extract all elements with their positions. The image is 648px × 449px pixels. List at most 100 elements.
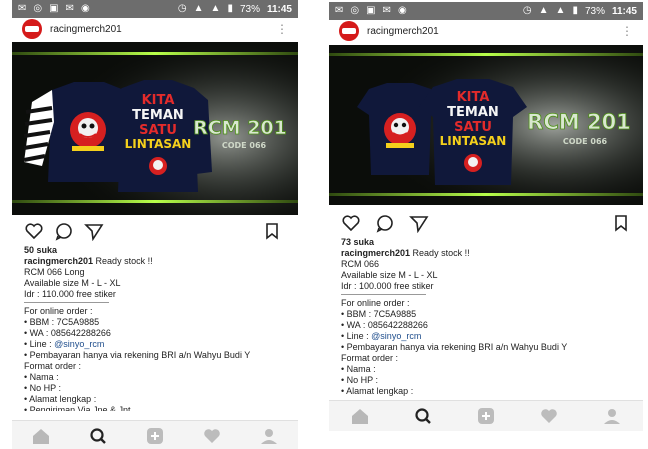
status-bar: ✉ ◎ ▣ ✉ ◉ ◷ ▲ ▲ ▮ 73% 11:45 — [329, 2, 643, 20]
signal-icon: ▲ — [193, 3, 204, 14]
bookmark-icon[interactable] — [262, 221, 282, 241]
post-username[interactable]: racingmerch201 — [50, 24, 122, 35]
shirt-text-4: LINTASAN — [125, 137, 192, 151]
caption-line: RCM 066 — [341, 259, 380, 269]
post-header: racingmerch201 ⋮ — [12, 18, 298, 40]
likes-count[interactable]: 50 suka — [24, 245, 292, 256]
caption-username[interactable]: racingmerch201 — [341, 248, 410, 258]
code-label: CODE 066 — [222, 141, 267, 150]
post-caption: 73 suka racingmerch201 Ready stock !! RC… — [341, 237, 637, 397]
post-image[interactable]: KITA TEMAN SATU LINTASAN RCM 201 CODE 06… — [12, 42, 298, 215]
shirt-text-3: SATU — [454, 120, 492, 135]
divider — [341, 294, 426, 295]
divider — [24, 302, 109, 303]
bbm-pin: • BBM : 7C5A9885 — [24, 317, 100, 327]
line-label: • Line : — [341, 331, 372, 341]
battery-percent: 73% — [584, 5, 605, 17]
shirt-text-1: KITA — [457, 90, 490, 105]
add-post-icon[interactable] — [475, 405, 497, 427]
search-icon[interactable] — [412, 405, 434, 427]
caption-text: Ready stock !! — [93, 256, 153, 266]
search-icon[interactable] — [87, 425, 109, 447]
format-header: Format order : — [24, 361, 82, 371]
format-field: • No HP : — [24, 383, 61, 393]
heart-icon[interactable] — [201, 425, 223, 447]
caption-line: Available size M - L - XL — [24, 278, 121, 288]
home-icon[interactable] — [30, 425, 52, 447]
clock: 11:45 — [611, 5, 637, 17]
code-label: CODE 066 — [563, 137, 608, 146]
more-options-icon[interactable]: ⋮ — [276, 23, 288, 35]
profile-icon[interactable] — [258, 425, 280, 447]
tshirt-artwork: KITA TEMAN SATU LINTASAN RCM 201 CODE 06… — [12, 42, 298, 215]
likes-count[interactable]: 73 suka — [341, 237, 637, 248]
shirt-text-1: KITA — [142, 93, 175, 108]
shirt-text-3: SATU — [139, 123, 177, 138]
post-username[interactable]: racingmerch201 — [367, 26, 439, 37]
battery-icon: ▮ — [572, 5, 578, 16]
notification-icon: ✉ — [335, 5, 344, 16]
phone-screenshot-left: ✉ ◎ ▣ ✉ ◉ ◷ ▲ ▲ ▮ 73% 11:45 racingmerch2… — [12, 0, 298, 449]
caption-line: Available size M - L - XL — [341, 270, 438, 280]
whatsapp-icon: ◎ — [350, 5, 360, 16]
order-header: For online order : — [24, 306, 93, 316]
comment-icon[interactable] — [375, 213, 395, 233]
format-field: • Nama : — [24, 372, 59, 382]
whatsapp-number: • WA : 085642288266 — [341, 320, 428, 330]
profile-icon[interactable] — [601, 405, 623, 427]
caption-text: Ready stock !! — [410, 248, 470, 258]
more-options-icon[interactable]: ⋮ — [621, 25, 633, 37]
shirt-text-2: TEMAN — [132, 108, 184, 123]
caption-line: Idr : 100.000 free stiker — [341, 281, 434, 291]
format-field: • Alamat lengkap : — [341, 386, 414, 396]
location-icon: ◉ — [80, 3, 90, 14]
notification-icon: ✉ — [382, 5, 391, 16]
location-icon: ◉ — [397, 5, 407, 16]
line-handle-link[interactable]: @sinyo_rcm — [54, 339, 104, 349]
add-post-icon[interactable] — [144, 425, 166, 447]
whatsapp-icon: ◎ — [33, 3, 43, 14]
gallery-icon: ▣ — [366, 5, 376, 16]
line-handle-link[interactable]: @sinyo_rcm — [371, 331, 421, 341]
brand-logo: RCM 201 — [193, 117, 287, 139]
caption-line: RCM 066 Long — [24, 267, 85, 277]
battery-icon: ▮ — [227, 3, 233, 14]
order-header: For online order : — [341, 298, 410, 308]
alarm-icon: ◷ — [177, 3, 187, 14]
bottom-nav — [12, 420, 298, 449]
post-caption: 50 suka racingmerch201 Ready stock !! RC… — [24, 245, 292, 411]
format-field: • Nama : — [341, 364, 376, 374]
post-image[interactable]: KITA TEMAN SATU LINTASAN RCM 201 CODE 06… — [329, 45, 643, 205]
bottom-nav — [329, 400, 643, 431]
heart-icon[interactable] — [538, 405, 560, 427]
avatar[interactable] — [339, 21, 359, 41]
phone-screenshot-right: ✉ ◎ ▣ ✉ ◉ ◷ ▲ ▲ ▮ 73% 11:45 racingmerch2… — [329, 2, 643, 432]
payment-info: • Pembayaran hanya via rekening BRI a/n … — [24, 350, 251, 360]
notification-icon: ✉ — [65, 3, 74, 14]
shirt-text-2: TEMAN — [447, 105, 499, 120]
status-bar: ✉ ◎ ▣ ✉ ◉ ◷ ▲ ▲ ▮ 73% 11:45 — [12, 0, 298, 18]
clock: 11:45 — [266, 3, 292, 15]
comment-icon[interactable] — [54, 221, 74, 241]
caption-line: Idr : 110.000 free stiker — [24, 289, 116, 299]
bookmark-icon[interactable] — [611, 213, 631, 233]
share-icon[interactable] — [84, 221, 104, 241]
signal-icon: ▲ — [555, 5, 566, 16]
notification-icon: ✉ — [18, 3, 27, 14]
whatsapp-number: • WA : 085642288266 — [24, 328, 111, 338]
format-field: • Pengiriman Via Jne & Jnt — [24, 405, 131, 411]
share-icon[interactable] — [409, 213, 429, 233]
post-actions — [12, 218, 298, 242]
caption-username[interactable]: racingmerch201 — [24, 256, 93, 266]
brand-logo: RCM 201 — [527, 110, 631, 134]
gallery-icon: ▣ — [49, 3, 59, 14]
line-label: • Line : — [24, 339, 55, 349]
like-icon[interactable] — [24, 221, 44, 241]
home-icon[interactable] — [349, 405, 371, 427]
like-icon[interactable] — [341, 213, 361, 233]
tshirt-artwork: KITA TEMAN SATU LINTASAN RCM 201 CODE 06… — [329, 45, 643, 205]
avatar[interactable] — [22, 19, 42, 39]
alarm-icon: ◷ — [522, 5, 532, 16]
post-actions — [329, 210, 643, 234]
signal-icon: ▲ — [538, 5, 549, 16]
